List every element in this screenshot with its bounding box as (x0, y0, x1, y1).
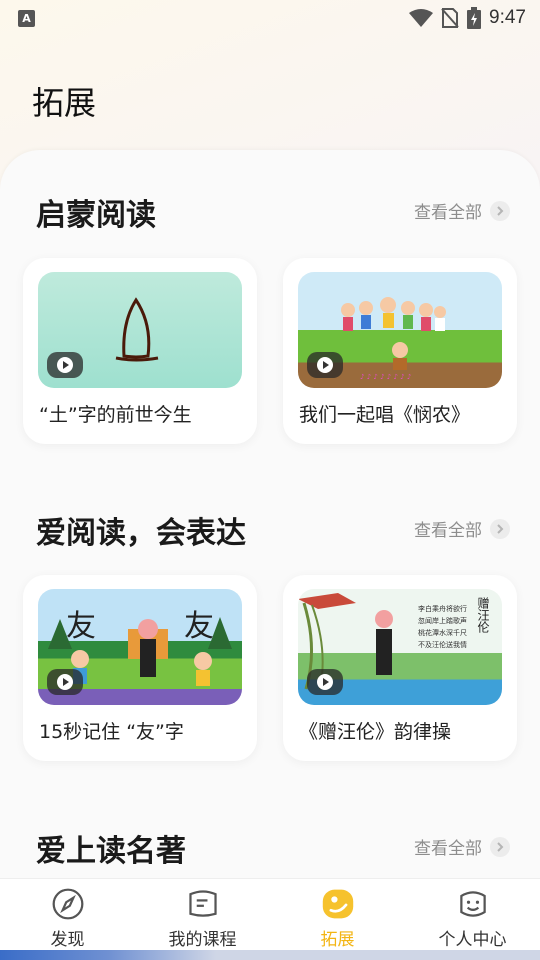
play-icon (63, 678, 69, 686)
view-all-link[interactable]: 查看全部 (414, 198, 510, 223)
chevron-right-icon (490, 518, 510, 539)
no-sim-icon (441, 8, 459, 28)
course-book-icon (188, 890, 217, 917)
video-card[interactable]: 李白乘舟将欲行 忽闻岸上踏歌声 桃花潭水深千尺 不及汪伦送我情 赠汪伦 《赠汪伦… (283, 575, 517, 761)
section-love-reading: 爱阅读，会表达 查看全部 友 友 15秒记住 “友”字 李白乘舟将欲行 忽闻岸上… (0, 508, 540, 768)
video-thumbnail: 李白乘舟将欲行 忽闻岸上踏歌声 桃花潭水深千尺 不及汪伦送我情 赠汪伦 (298, 589, 502, 705)
tab-profile[interactable]: 个人中心 (405, 879, 540, 950)
video-title: 我们一起唱《悯农》 (299, 404, 471, 426)
section-enlightenment-reading: 启蒙阅读 查看全部 “土”字的前世今生 ♪ ♪ ♪ ♪ ♪ ♪ ♪ ♪ 我们一起… (0, 190, 540, 450)
wifi-icon (409, 9, 434, 27)
play-button[interactable] (307, 669, 343, 695)
tab-discover[interactable]: 发现 (0, 879, 135, 950)
overlay-char: 友 (66, 609, 96, 644)
smiley-icon (459, 891, 486, 917)
video-card[interactable]: ♪ ♪ ♪ ♪ ♪ ♪ ♪ ♪ 我们一起唱《悯农》 (283, 258, 517, 444)
video-thumbnail: 友 友 (38, 589, 242, 705)
section-classics-reading: 爱上读名著 查看全部 (0, 826, 540, 880)
play-icon (63, 361, 69, 369)
tab-label: 发现 (50, 930, 85, 950)
svg-text:李白乘舟将欲行: 李白乘舟将欲行 (418, 604, 467, 613)
video-title: 15秒记住 “友”字 (39, 721, 184, 743)
video-thumbnail (38, 272, 242, 388)
section-title: 爱上读名著 (36, 834, 186, 869)
tab-label: 个人中心 (438, 930, 507, 950)
overlay-poem-title: 赠汪伦 (476, 597, 490, 633)
play-icon (323, 361, 329, 369)
video-title: “土”字的前世今生 (39, 404, 192, 426)
video-title: 《赠汪伦》韵律操 (299, 721, 452, 743)
video-card[interactable]: 友 友 15秒记住 “友”字 (23, 575, 257, 761)
app-notification-icon: A (18, 9, 35, 27)
svg-text:不及汪伦送我情: 不及汪伦送我情 (418, 640, 467, 649)
content-panel: 启蒙阅读 查看全部 “土”字的前世今生 ♪ ♪ ♪ ♪ ♪ ♪ ♪ ♪ 我们一起… (0, 150, 540, 880)
chevron-right-icon (490, 836, 510, 857)
overlay-char: 友 (184, 609, 214, 644)
status-time: 9:47 (489, 7, 526, 28)
svg-text:♪ ♪ ♪ ♪ ♪ ♪ ♪ ♪: ♪ ♪ ♪ ♪ ♪ ♪ ♪ ♪ (360, 373, 411, 381)
view-all-label: 查看全部 (414, 203, 482, 223)
video-card[interactable]: “土”字的前世今生 (23, 258, 257, 444)
tab-label: 拓展 (320, 930, 355, 950)
tab-expand[interactable]: 拓展 (270, 879, 405, 950)
play-button[interactable] (47, 669, 83, 695)
play-button[interactable] (47, 352, 83, 378)
compass-icon (52, 888, 83, 920)
play-button[interactable] (307, 352, 343, 378)
status-bar: A 9:47 (0, 0, 540, 36)
tab-my-courses[interactable]: 我的课程 (135, 879, 270, 950)
view-all-link[interactable]: 查看全部 (414, 516, 510, 541)
expand-icon (322, 889, 353, 919)
battery-charging-icon (467, 7, 482, 29)
view-all-label: 查看全部 (414, 839, 482, 859)
section-title: 爱阅读，会表达 (36, 516, 246, 551)
tab-label: 我的课程 (168, 930, 237, 950)
system-taskbar-strip (0, 950, 540, 960)
page-title: 拓展 (32, 84, 97, 122)
svg-text:忽闻岸上踏歌声: 忽闻岸上踏歌声 (418, 616, 467, 625)
chevron-right-icon (490, 200, 510, 221)
section-title: 启蒙阅读 (36, 198, 156, 233)
view-all-link[interactable]: 查看全部 (414, 834, 510, 859)
view-all-label: 查看全部 (414, 521, 482, 541)
bottom-tab-bar: 发现 我的课程 拓展 个人中心 (0, 878, 540, 950)
svg-text:桃花潭水深千尺: 桃花潭水深千尺 (418, 628, 467, 637)
play-icon (323, 678, 329, 686)
video-thumbnail: ♪ ♪ ♪ ♪ ♪ ♪ ♪ ♪ (298, 272, 502, 388)
